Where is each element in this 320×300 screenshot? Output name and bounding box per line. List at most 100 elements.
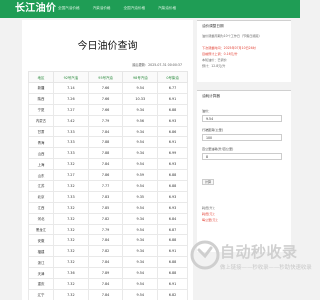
page-title: 今日油价查询 [77, 41, 138, 52]
price-cell: 7.88 [87, 147, 124, 160]
table-row: 黑龙江 7.32 7.79 9.54 6.87 [28, 223, 188, 236]
price-cell: 7.83 [87, 190, 124, 203]
table-row: 安徽 7.32 7.84 9.34 6.88 [28, 234, 188, 247]
table-row: 甘肃 7.33 7.84 9.34 6.86 [28, 125, 188, 138]
table-header-cell: 95号汽油 [87, 71, 124, 83]
notice-line-5: 预计：12.8元/升 [202, 64, 226, 68]
price-cell: 7.33 [53, 147, 89, 160]
price-cell: 9.54 [122, 201, 159, 214]
price-cell: 7.26 [53, 92, 89, 105]
price-cell: 9.34 [122, 147, 159, 160]
table-row: 宁夏 7.27 7.66 9.34 6.88 [28, 103, 188, 116]
oil-price-label: 油价： [202, 109, 212, 113]
nav-item-3[interactable]: 全国汽油价格 [124, 5, 146, 15]
result-per-km: 每公里(元)： [202, 218, 220, 222]
table-row: 陕西 7.26 7.66 10.33 6.91 [28, 92, 188, 105]
notice-line-1: 油价调整周期为10个工作日（节假日顺延） [202, 34, 262, 38]
price-cell: 7.32 [53, 245, 89, 258]
region-cell: 浙江 [28, 256, 54, 269]
price-cell: 7.82 [87, 212, 124, 225]
main-nav: 全国汽油价格 汽柴油价格 全国汽油价格 汽柴油价格 [58, 5, 189, 15]
oil-price-panel: 今日油价查询 最后更新：2025-07-31 00:00:37 地区 92号汽油 9… [22, 20, 193, 300]
table-row: 上海 7.32 7.84 9.54 6.93 [28, 158, 188, 171]
table-row: 北京 7.33 7.83 9.35 6.93 [28, 190, 188, 203]
price-cell: 7.36 [53, 267, 89, 280]
table-header-row: 地区 92号汽油 95号汽油 98号汽油 0号柴油 [28, 71, 188, 83]
price-cell: 7.84 [87, 278, 124, 290]
table-header-cell: 92号汽油 [53, 71, 89, 83]
table-header-cell: 0号柴油 [157, 71, 188, 83]
price-cell: 6.88 [157, 169, 188, 182]
price-cell: 6.91 [157, 136, 188, 149]
price-cell: 9.59 [122, 169, 159, 182]
price-cell: 7.66 [87, 92, 124, 105]
table-row: 新疆 7.14 7.66 9.54 6.77 [28, 82, 188, 94]
oil-price-input[interactable]: 9.54 [202, 115, 282, 122]
update-time: 最后更新：2025-07-31 00:00:37 [132, 63, 182, 67]
price-cell: 7.42 [53, 114, 89, 127]
notice-line-3: 目前预计上调：0.16元/升 [202, 52, 238, 56]
price-cell: 6.93 [157, 158, 188, 171]
price-cell: 7.82 [87, 245, 124, 258]
watermark-logo-icon [190, 240, 220, 270]
price-cell: 6.77 [157, 82, 188, 94]
region-cell: 江苏 [28, 180, 54, 192]
site-logo[interactable]: 长江油价 [15, 2, 56, 16]
price-cell: 9.54 [122, 158, 159, 171]
table-row: 河北 7.32 7.82 9.34 6.84 [28, 212, 188, 225]
table-row: 青海 7.33 7.88 9.54 6.91 [28, 136, 188, 149]
notice-line-2: 下次调整时间：2025年07月10日24时 [202, 46, 256, 50]
price-cell: 6.84 [157, 212, 188, 225]
price-cell: 9.54 [122, 288, 159, 300]
price-cell: 7.85 [87, 201, 124, 214]
price-cell: 9.54 [122, 180, 159, 192]
nav-item-2[interactable]: 汽柴油价格 [93, 5, 111, 15]
price-cell: 7.27 [53, 169, 89, 182]
region-cell: 上海 [28, 158, 54, 171]
price-cell: 7.33 [53, 136, 89, 149]
watermark-subtitle: 做上链接——秒收录——秒助快速收录 [220, 265, 312, 271]
price-cell: 9.34 [122, 245, 159, 258]
watermark-brand: 自动秒收录 [220, 243, 298, 261]
price-cell: 7.77 [87, 180, 124, 192]
region-cell: 内蒙古 [28, 114, 54, 127]
region-cell: 安徽 [28, 234, 54, 247]
price-cell: 6.88 [157, 234, 188, 247]
price-cell: 7.79 [87, 223, 124, 236]
consumption-label: 百公里油耗(升/百公里) [202, 147, 234, 151]
nav-item-4[interactable]: 汽柴油价格 [158, 5, 176, 15]
distance-input[interactable]: 100 [202, 134, 282, 141]
table-row: 辽宁 7.32 7.84 9.54 6.82 [28, 288, 188, 300]
price-cell: 7.32 [53, 180, 89, 192]
price-cell: 9.34 [122, 125, 159, 138]
adjust-notice-card: 油价调整日期 油价调整周期为10个工作日（节假日顺延） 下次调整时间：2025年… [197, 20, 291, 82]
price-cell: 7.33 [53, 125, 89, 138]
price-cell: 6.91 [157, 92, 188, 105]
price-cell: 9.34 [122, 103, 159, 116]
price-cell: 6.82 [157, 288, 188, 300]
region-cell: 北京 [28, 190, 54, 203]
consumption-input[interactable]: 8 [202, 153, 282, 160]
fuel-calculator-card: 油耗计算器 油价： 9.54 行驶距离(公里) 100 百公里油耗(升/百公里)… [197, 90, 291, 252]
price-cell: 7.27 [53, 103, 89, 116]
price-cell: 7.14 [53, 82, 89, 94]
price-cell: 6.93 [157, 114, 188, 127]
nav-item-1[interactable]: 全国汽油价格 [58, 5, 80, 15]
price-cell: 7.79 [87, 114, 124, 127]
distance-label: 行驶距离(公里) [202, 128, 223, 132]
price-cell: 7.32 [53, 223, 89, 236]
calculate-button[interactable]: 计算 [202, 179, 214, 185]
table-row: 江苏 7.32 7.77 9.54 6.88 [28, 180, 188, 192]
price-cell: 7.84 [87, 125, 124, 138]
region-cell: 青海 [28, 136, 54, 149]
region-cell: 新疆 [28, 82, 54, 94]
price-cell: 7.32 [53, 256, 89, 269]
price-cell: 7.32 [53, 201, 89, 214]
region-cell: 山东 [28, 169, 54, 182]
price-cell: 6.88 [157, 180, 188, 192]
region-cell: 福建 [28, 245, 54, 258]
price-cell: 7.32 [53, 234, 89, 247]
price-cell: 9.54 [122, 136, 159, 149]
table-row: 浙江 7.32 7.84 9.34 6.88 [28, 256, 188, 269]
price-cell: 7.66 [87, 103, 124, 116]
